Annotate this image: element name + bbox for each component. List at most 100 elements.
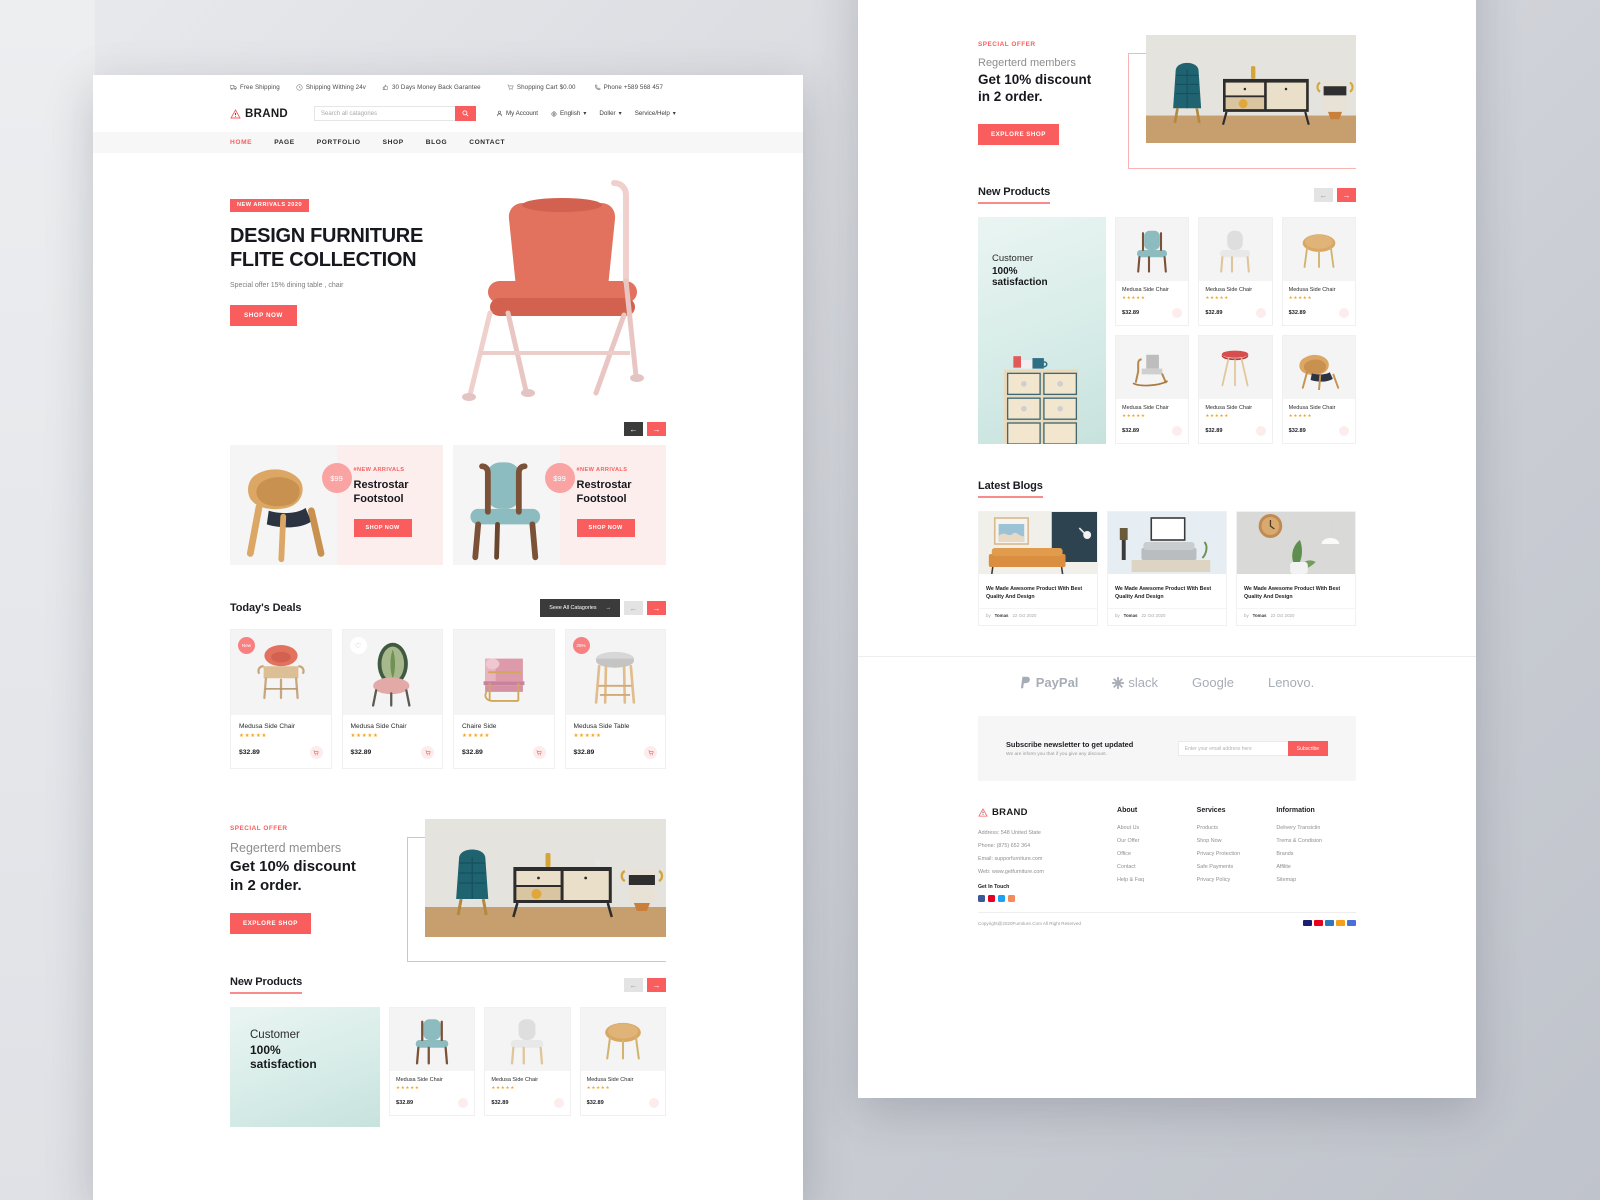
add-to-cart-button[interactable] [421,746,434,759]
promo-shop-now-button[interactable]: SHOP NOW [353,519,412,538]
product-card[interactable]: Medusa Side Chair ★★★★★ $32.89 [1198,335,1273,444]
new-products-prev-button[interactable]: ← [624,978,643,992]
product-card[interactable]: Medusa Side Chair ★★★★★ $32.89 [1198,217,1273,326]
add-to-cart-button[interactable] [1172,426,1183,436]
my-account-link[interactable]: My Account [496,110,538,117]
promo-card[interactable]: $99 #NEW ARRIVALS Restrostar Footstool S… [453,445,666,565]
explore-shop-button[interactable]: EXPLORE SHOP [978,123,1059,145]
newsletter-email-input[interactable]: Enter your email address here [1177,741,1288,757]
instagram-icon[interactable] [1008,895,1015,903]
deals-prev-button[interactable]: ← [624,601,643,615]
lenovo-logo: Lenovo. [1268,675,1314,690]
footer-link-office[interactable]: Office [1117,851,1197,857]
special-offer-text: SPECIAL OFFER Regerterd members Get 10% … [978,35,1146,145]
nav-item-blog[interactable]: BLOG [426,139,447,146]
footer-link-sitemap[interactable]: Sitemap [1276,877,1356,883]
product-info: Medusa Side Chair ★★★★★ $32.89 [231,715,331,768]
footer-link-affiliate[interactable]: Affilite [1276,864,1356,870]
product-card[interactable]: 25% Medusa Side Table ★★★★★ $32.89 [564,629,666,769]
currency-selector[interactable]: Doller ▾ [599,110,621,117]
brand-logo[interactable]: BRAND [230,108,288,120]
footer-link-safe-payments[interactable]: Safe Payments [1197,864,1277,870]
topbar-cart[interactable]: Shopping Cart $0.00 [507,84,576,91]
deals-next-button[interactable]: → [647,601,666,615]
blog-card[interactable]: We Made Awesome Product With Best Qualit… [978,511,1098,627]
product-card[interactable]: New Medusa Side Chair ★★★★★ $32.89 [230,629,332,769]
copyright-bar: Copyright@2020Furniture.Com All Right Re… [978,912,1356,933]
nav-item-portfolio[interactable]: PORTFOLIO [317,139,361,146]
add-to-cart-button[interactable] [532,746,546,759]
see-all-categories-button[interactable]: Seee All Catagories → [540,599,620,617]
add-to-cart-button[interactable] [1255,308,1266,318]
blog-card[interactable]: We Made Awesome Product With Best Qualit… [1236,511,1356,627]
blog-card[interactable]: We Made Awesome Product With Best Qualit… [1107,511,1227,627]
newsletter-subscribe-button[interactable]: Subscribe [1287,741,1328,757]
product-card[interactable]: Medusa Side Chair ★★★★★ $32.89 [579,1007,666,1116]
product-info: Medusa Side Table ★★★★★ $32.89 [566,715,666,768]
white-dining-chair-image [1220,230,1251,273]
add-to-cart-button[interactable] [1338,308,1349,318]
footer-link-privacy-protection[interactable]: Privacy Protection [1197,851,1277,857]
hero-prev-button[interactable]: ← [624,422,643,436]
footer-link-about-us[interactable]: About Us [1117,825,1197,831]
footer-link-products[interactable]: Products [1197,825,1277,831]
promo-shop-now-button[interactable]: SHOP NOW [576,519,635,538]
nav-item-contact[interactable]: CONTACT [469,139,505,146]
nav-item-page[interactable]: PAGE [274,139,295,146]
footer-link-delivery[interactable]: Delivery Transictin [1276,825,1356,831]
hero-shop-now-button[interactable]: SHOP NOW [230,305,297,327]
hero-badge: NEW ARRIVALS 2020 [230,198,310,212]
search-button[interactable] [455,106,477,121]
footer-brand-logo[interactable]: BRAND [978,807,1117,818]
footer-link-shop-now[interactable]: Shop Now [1197,838,1277,844]
product-name: Medusa Side Chair [491,1077,539,1083]
nav-item-home[interactable]: HOME [230,139,252,146]
product-card[interactable]: Medusa Side Chair ★★★★★ $32.89 [389,1007,476,1116]
hero-title-line1: DESIGN FURNITURE [230,224,423,247]
add-to-cart-button[interactable] [648,1098,659,1108]
product-card[interactable]: ♡ Medusa Side Chair ★★★★★ $32.89 [341,629,443,769]
add-to-cart-button[interactable] [458,1098,469,1108]
topbar-free-shipping[interactable]: Free Shipping [230,84,280,91]
topbar-shipping-24[interactable]: Shipping Withing 24v [296,84,366,91]
add-to-cart-button[interactable] [553,1098,564,1108]
language-selector[interactable]: English ▾ [551,110,586,117]
add-to-cart-button[interactable] [1255,426,1266,436]
product-card[interactable]: Medusa Side Chair ★★★★★ $32.89 [1115,335,1190,444]
thumbs-up-icon [382,84,388,90]
footer-link-help-faq[interactable]: Help & Faq [1117,877,1197,883]
add-to-cart-button[interactable] [309,746,323,759]
footer-link-contact[interactable]: Contact [1117,864,1197,870]
footer-link-terms[interactable]: Trems & Condision [1276,838,1356,844]
product-card[interactable]: Medusa Side Chair ★★★★★ $32.89 [1281,217,1356,326]
new-products-next-button[interactable]: → [1337,188,1356,202]
product-card[interactable]: Chaire Side ★★★★★ $32.89 [453,629,555,769]
add-to-cart-button[interactable] [1172,308,1183,318]
add-to-cart-button[interactable] [644,746,657,759]
payment-card-icons [1303,920,1356,927]
hero-next-button[interactable]: → [647,422,666,436]
search-input[interactable]: Search all catagories [314,106,456,121]
wishlist-heart-icon[interactable]: ♡ [349,637,367,654]
product-card[interactable]: Medusa Side Chair ★★★★★ $32.89 [1115,217,1190,326]
product-badge: 25% [572,637,590,654]
topbar-phone[interactable]: Phone +589 568 457 [594,84,663,91]
nav-item-shop[interactable]: SHOP [383,139,404,146]
pinterest-icon[interactable] [988,895,995,903]
blog-date: 22 Oct 2020 [1141,613,1166,619]
facebook-icon[interactable] [978,895,985,903]
explore-shop-button[interactable]: EXPLORE SHOP [230,913,311,935]
new-products-prev-button[interactable]: ← [1314,188,1333,202]
product-card[interactable]: Medusa Side Chair ★★★★★ $32.89 [484,1007,571,1116]
product-card[interactable]: Medusa Side Chair ★★★★★ $32.89 [1281,335,1356,444]
twitter-icon[interactable] [998,895,1005,903]
footer-link-privacy-policy[interactable]: Privacy Policy [1197,877,1277,883]
service-help-selector[interactable]: Service/Help ▾ [635,110,676,117]
newsletter-heading: Subscribe newsletter to get updated [1006,740,1134,750]
topbar-money-back[interactable]: 30 Days Money Back Garantee [382,84,481,91]
new-products-next-button[interactable]: → [647,978,666,992]
add-to-cart-button[interactable] [1338,426,1349,436]
footer-link-brands[interactable]: Brands [1276,851,1356,857]
promo-card[interactable]: $99 #NEW ARRIVALS Restrostar Footstool S… [230,445,443,565]
footer-link-our-offer[interactable]: Our Offer [1117,838,1197,844]
